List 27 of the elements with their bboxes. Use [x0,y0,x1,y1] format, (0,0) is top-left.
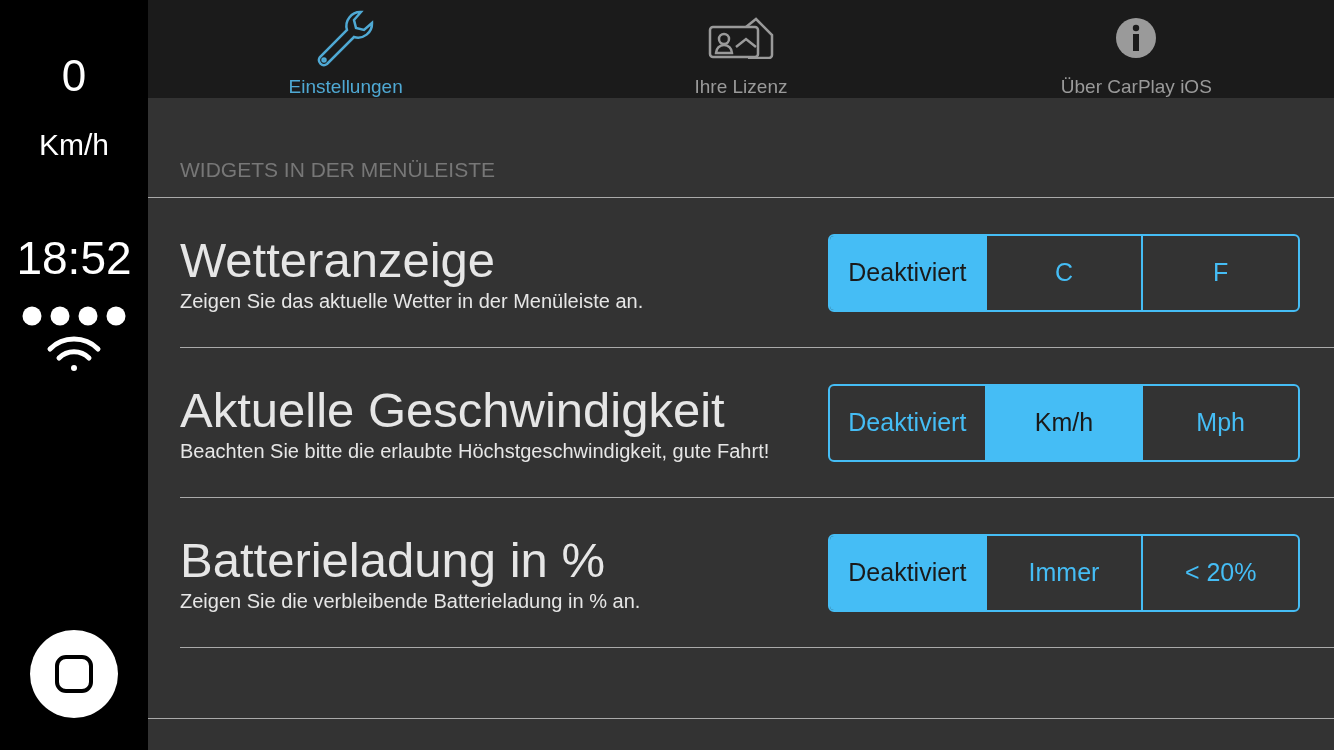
speed-unit: Km/h [39,128,109,162]
segment-option[interactable]: Km/h [984,385,1142,460]
setting-title: Batterieladung in % [180,531,606,588]
segment-option[interactable]: < 20% [1141,535,1298,610]
setting-title: Aktuelle Geschwindigkeit [180,381,726,438]
segment-option[interactable]: Mph [1141,385,1298,460]
segment-option[interactable]: Deaktiviert [830,535,985,610]
speed-reading: 0 [61,52,87,100]
segment-option[interactable]: Immer [984,535,1142,610]
square-icon [54,654,94,694]
wifi-icon [46,336,102,374]
segment-option[interactable]: Deaktiviert [830,235,985,310]
id-card-icon [708,17,774,59]
clock-time: 18:52 [16,232,132,284]
segment-option[interactable]: F [1141,235,1298,310]
setting-title: Wetteranzeige [180,231,497,288]
section-header: WIDGETS IN DER MENÜLEISTE [180,157,496,183]
info-icon [1115,17,1158,59]
setting-description: Beachten Sie bitte die erlaubte Höchstgeschwindigkeit, gute Fahrt! [180,438,770,464]
setting-description: Zeigen Sie die verbleibende Batterieladung in % an. [180,588,641,614]
segment-option[interactable]: C [984,235,1142,310]
setting-description: Zeigen Sie das aktuelle Wetter in der Menüleiste an. [180,288,644,314]
segment-option[interactable]: Deaktiviert [830,385,985,460]
signal-icon [22,306,126,326]
tab[interactable]: Einstellungen [148,0,544,98]
tab[interactable]: Ihre Lizenz [543,0,939,98]
tab[interactable]: Über CarPlay iOS [938,0,1334,98]
